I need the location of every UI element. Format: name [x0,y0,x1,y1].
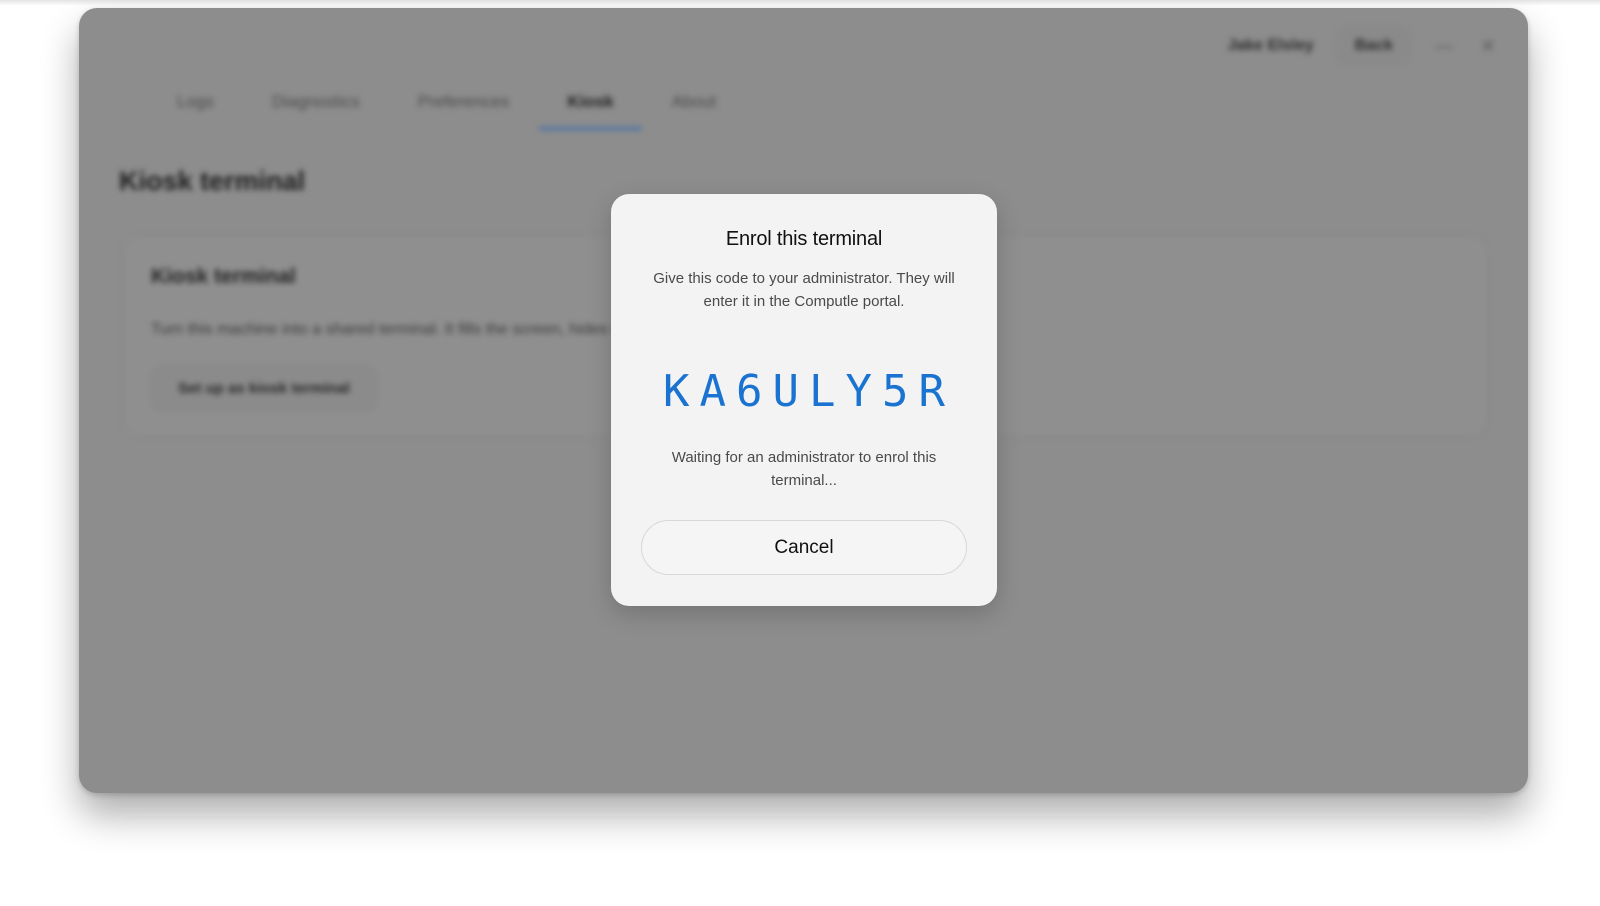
tab-about[interactable]: About [644,80,744,130]
page-title: Kiosk terminal [119,166,306,196]
enrol-dialog: Enrol this terminal Give this code to yo… [611,194,997,606]
cancel-button[interactable]: Cancel [641,520,967,575]
tab-diagnostics[interactable]: Diagnostics [244,80,388,130]
tab-bar: Logs Diagnostics Preferences Kiosk About [149,80,744,130]
titlebar-controls: Jake Elsley Back — ✕ [1227,26,1498,66]
setup-kiosk-button[interactable]: Set up as kiosk terminal [151,365,377,412]
enrolment-code: KA6ULY5R [663,366,955,417]
waiting-status: Waiting for an administrator to enrol th… [671,449,937,489]
tab-preferences[interactable]: Preferences [390,80,538,130]
minimize-icon[interactable]: — [1434,36,1454,57]
dialog-title: Enrol this terminal [725,228,883,250]
card-title: Kiosk terminal [151,265,296,288]
tab-logs[interactable]: Logs [149,80,242,130]
screen-top-edge [0,0,1600,6]
back-button[interactable]: Back [1337,28,1410,64]
dialog-description: Give this code to your administrator. Th… [653,270,955,310]
close-icon[interactable]: ✕ [1478,36,1498,57]
user-name: Jake Elsley [1227,37,1314,54]
tab-kiosk[interactable]: Kiosk [539,80,643,130]
